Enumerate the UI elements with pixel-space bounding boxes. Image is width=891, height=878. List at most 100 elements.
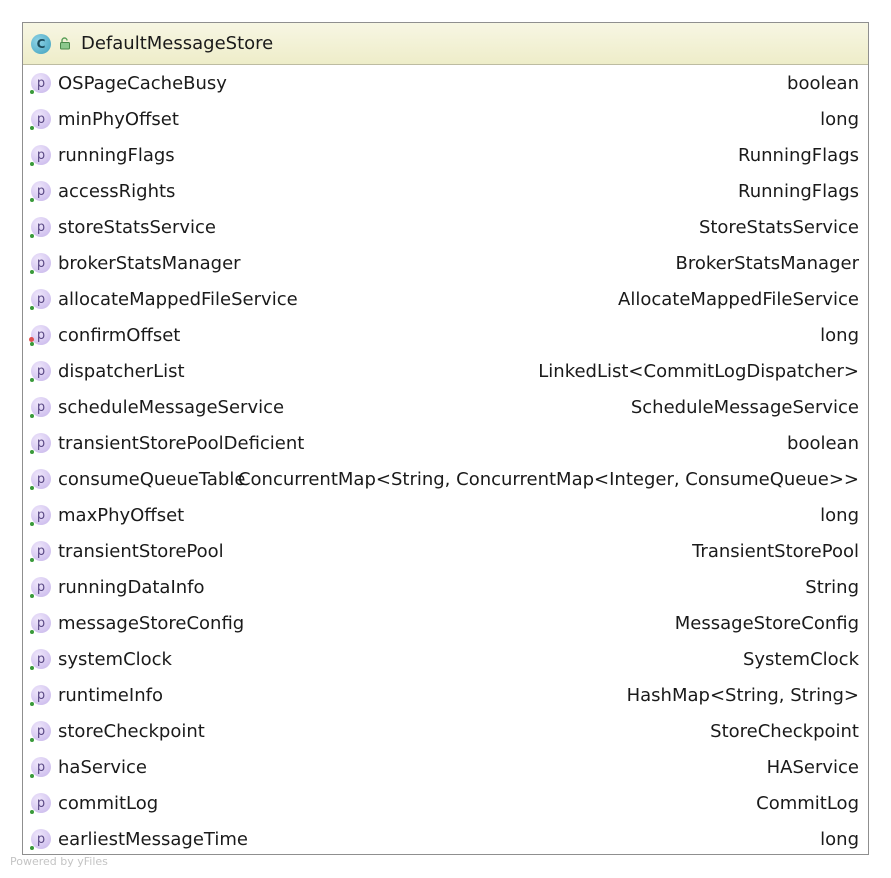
field-type: boolean bbox=[787, 432, 859, 454]
field-name: accessRights bbox=[58, 180, 176, 202]
field-row[interactable]: p consumeQueueTable ConcurrentMap<String, … bbox=[23, 461, 868, 497]
field-row[interactable]: p runtimeInfo HashMap<String, String> bbox=[23, 677, 868, 713]
field-row[interactable]: p runningDataInfo String bbox=[23, 569, 868, 605]
property-p-icon: p bbox=[30, 397, 51, 418]
class-c-icon: C bbox=[31, 33, 51, 54]
property-p-icon: p bbox=[30, 217, 51, 238]
property-p-icon: p bbox=[30, 253, 51, 274]
field-row[interactable]: p messageStoreConfig MessageStoreConfig bbox=[23, 605, 868, 641]
visibility-marker-green bbox=[30, 270, 34, 274]
property-p-icon: p bbox=[30, 109, 51, 130]
visibility-marker-red bbox=[29, 337, 34, 342]
field-type: AllocateMappedFileService bbox=[618, 288, 859, 310]
property-p-icon: p bbox=[30, 793, 51, 814]
visibility-marker-green bbox=[30, 702, 34, 706]
field-name: runningDataInfo bbox=[58, 576, 205, 598]
field-row[interactable]: p allocateMappedFileService AllocateMapped… bbox=[23, 281, 868, 317]
field-type: RunningFlags bbox=[738, 180, 859, 202]
field-row[interactable]: p commitLog CommitLog bbox=[23, 785, 868, 821]
field-row[interactable]: p storeStatsService StoreStatsService bbox=[23, 209, 868, 245]
field-name: runningFlags bbox=[58, 144, 175, 166]
field-name: scheduleMessageService bbox=[58, 396, 285, 418]
field-type: HAService bbox=[766, 756, 859, 778]
visibility-marker-green bbox=[30, 810, 34, 814]
property-p-icon: p bbox=[30, 433, 51, 454]
field-row[interactable]: p systemClock SystemClock bbox=[23, 641, 868, 677]
field-name: haService bbox=[58, 756, 147, 778]
watermark: Powered by yFiles bbox=[10, 855, 108, 868]
field-name: transientStorePoolDeficient bbox=[58, 432, 305, 454]
field-row[interactable]: p transientStorePoolDeficient boolean bbox=[23, 425, 868, 461]
field-name: runtimeInfo bbox=[58, 684, 163, 706]
property-p-icon: p bbox=[30, 721, 51, 742]
field-row[interactable]: p accessRights RunningFlags bbox=[23, 173, 868, 209]
visibility-marker-green bbox=[30, 558, 34, 562]
field-type: LinkedList<CommitLogDispatcher> bbox=[538, 360, 859, 382]
visibility-marker-green bbox=[30, 90, 34, 94]
field-row[interactable]: p storeCheckpoint StoreCheckpoint bbox=[23, 713, 868, 749]
field-name: storeStatsService bbox=[58, 216, 217, 238]
visibility-marker-green bbox=[30, 450, 34, 454]
class-header[interactable]: C DefaultMessageStore bbox=[23, 23, 868, 65]
field-name: messageStoreConfig bbox=[58, 612, 245, 634]
visibility-marker-green bbox=[30, 162, 34, 166]
visibility-marker-green bbox=[30, 630, 34, 634]
field-name: storeCheckpoint bbox=[58, 720, 205, 742]
property-p-icon: p bbox=[30, 73, 51, 94]
visibility-marker-green bbox=[30, 846, 34, 850]
field-type: long bbox=[820, 504, 859, 526]
field-row[interactable]: p dispatcherList LinkedList<CommitLogDispa… bbox=[23, 353, 868, 389]
visibility-marker-green bbox=[30, 666, 34, 670]
visibility-marker-green bbox=[30, 774, 34, 778]
field-name: commitLog bbox=[58, 792, 159, 814]
field-row[interactable]: p maxPhyOffset long bbox=[23, 497, 868, 533]
field-row[interactable]: p scheduleMessageService ScheduleMessageSe… bbox=[23, 389, 868, 425]
field-type: HashMap<String, String> bbox=[626, 684, 859, 706]
property-p-icon: p bbox=[30, 361, 51, 382]
property-p-icon: p bbox=[30, 541, 51, 562]
visibility-marker-green bbox=[30, 594, 34, 598]
field-list: p OSPageCacheBusy boolean p minPhyOffset long… bbox=[23, 65, 868, 857]
field-row[interactable]: p confirmOffset long bbox=[23, 317, 868, 353]
field-name: maxPhyOffset bbox=[58, 504, 185, 526]
field-type: MessageStoreConfig bbox=[674, 612, 859, 634]
field-row[interactable]: p earliestMessageTime long bbox=[23, 821, 868, 857]
property-p-icon: p bbox=[29, 325, 51, 346]
property-p-icon: p bbox=[30, 613, 51, 634]
field-type: CommitLog bbox=[756, 792, 859, 814]
visibility-marker-green bbox=[30, 306, 34, 310]
field-type: long bbox=[820, 828, 859, 850]
field-name: OSPageCacheBusy bbox=[58, 72, 227, 94]
field-type: RunningFlags bbox=[738, 144, 859, 166]
field-row[interactable]: p brokerStatsManager BrokerStatsManager bbox=[23, 245, 868, 281]
field-type: ScheduleMessageService bbox=[630, 396, 859, 418]
property-p-icon: p bbox=[30, 757, 51, 778]
visibility-marker-green bbox=[30, 126, 34, 130]
property-p-icon: p bbox=[30, 505, 51, 526]
property-p-icon: p bbox=[30, 829, 51, 850]
field-row[interactable]: p runningFlags RunningFlags bbox=[23, 137, 868, 173]
uml-class-box[interactable]: C DefaultMessageStore p OSPageCacheBusy bo… bbox=[22, 22, 869, 855]
field-name: earliestMessageTime bbox=[58, 828, 248, 850]
field-type: TransientStorePool bbox=[692, 540, 859, 562]
field-name: systemClock bbox=[58, 648, 172, 670]
field-type: ConcurrentMap<String, ConcurrentMap<Inte… bbox=[237, 468, 859, 490]
visibility-marker-green bbox=[30, 198, 34, 202]
visibility-marker-green bbox=[30, 486, 34, 490]
property-p-icon: p bbox=[30, 181, 51, 202]
field-type: long bbox=[820, 108, 859, 130]
field-type: StoreStatsService bbox=[698, 216, 859, 238]
field-row[interactable]: p transientStorePool TransientStorePool bbox=[23, 533, 868, 569]
field-row[interactable]: p minPhyOffset long bbox=[23, 101, 868, 137]
field-name: brokerStatsManager bbox=[58, 252, 241, 274]
visibility-marker-green bbox=[30, 738, 34, 742]
field-type: SystemClock bbox=[742, 648, 859, 670]
property-p-icon: p bbox=[30, 469, 51, 490]
field-name: minPhyOffset bbox=[58, 108, 179, 130]
field-row[interactable]: p OSPageCacheBusy boolean bbox=[23, 65, 868, 101]
field-row[interactable]: p haService HAService bbox=[23, 749, 868, 785]
field-type: String bbox=[805, 576, 859, 598]
field-name: consumeQueueTable bbox=[58, 468, 246, 490]
property-p-icon: p bbox=[30, 577, 51, 598]
visibility-marker-green bbox=[30, 414, 34, 418]
